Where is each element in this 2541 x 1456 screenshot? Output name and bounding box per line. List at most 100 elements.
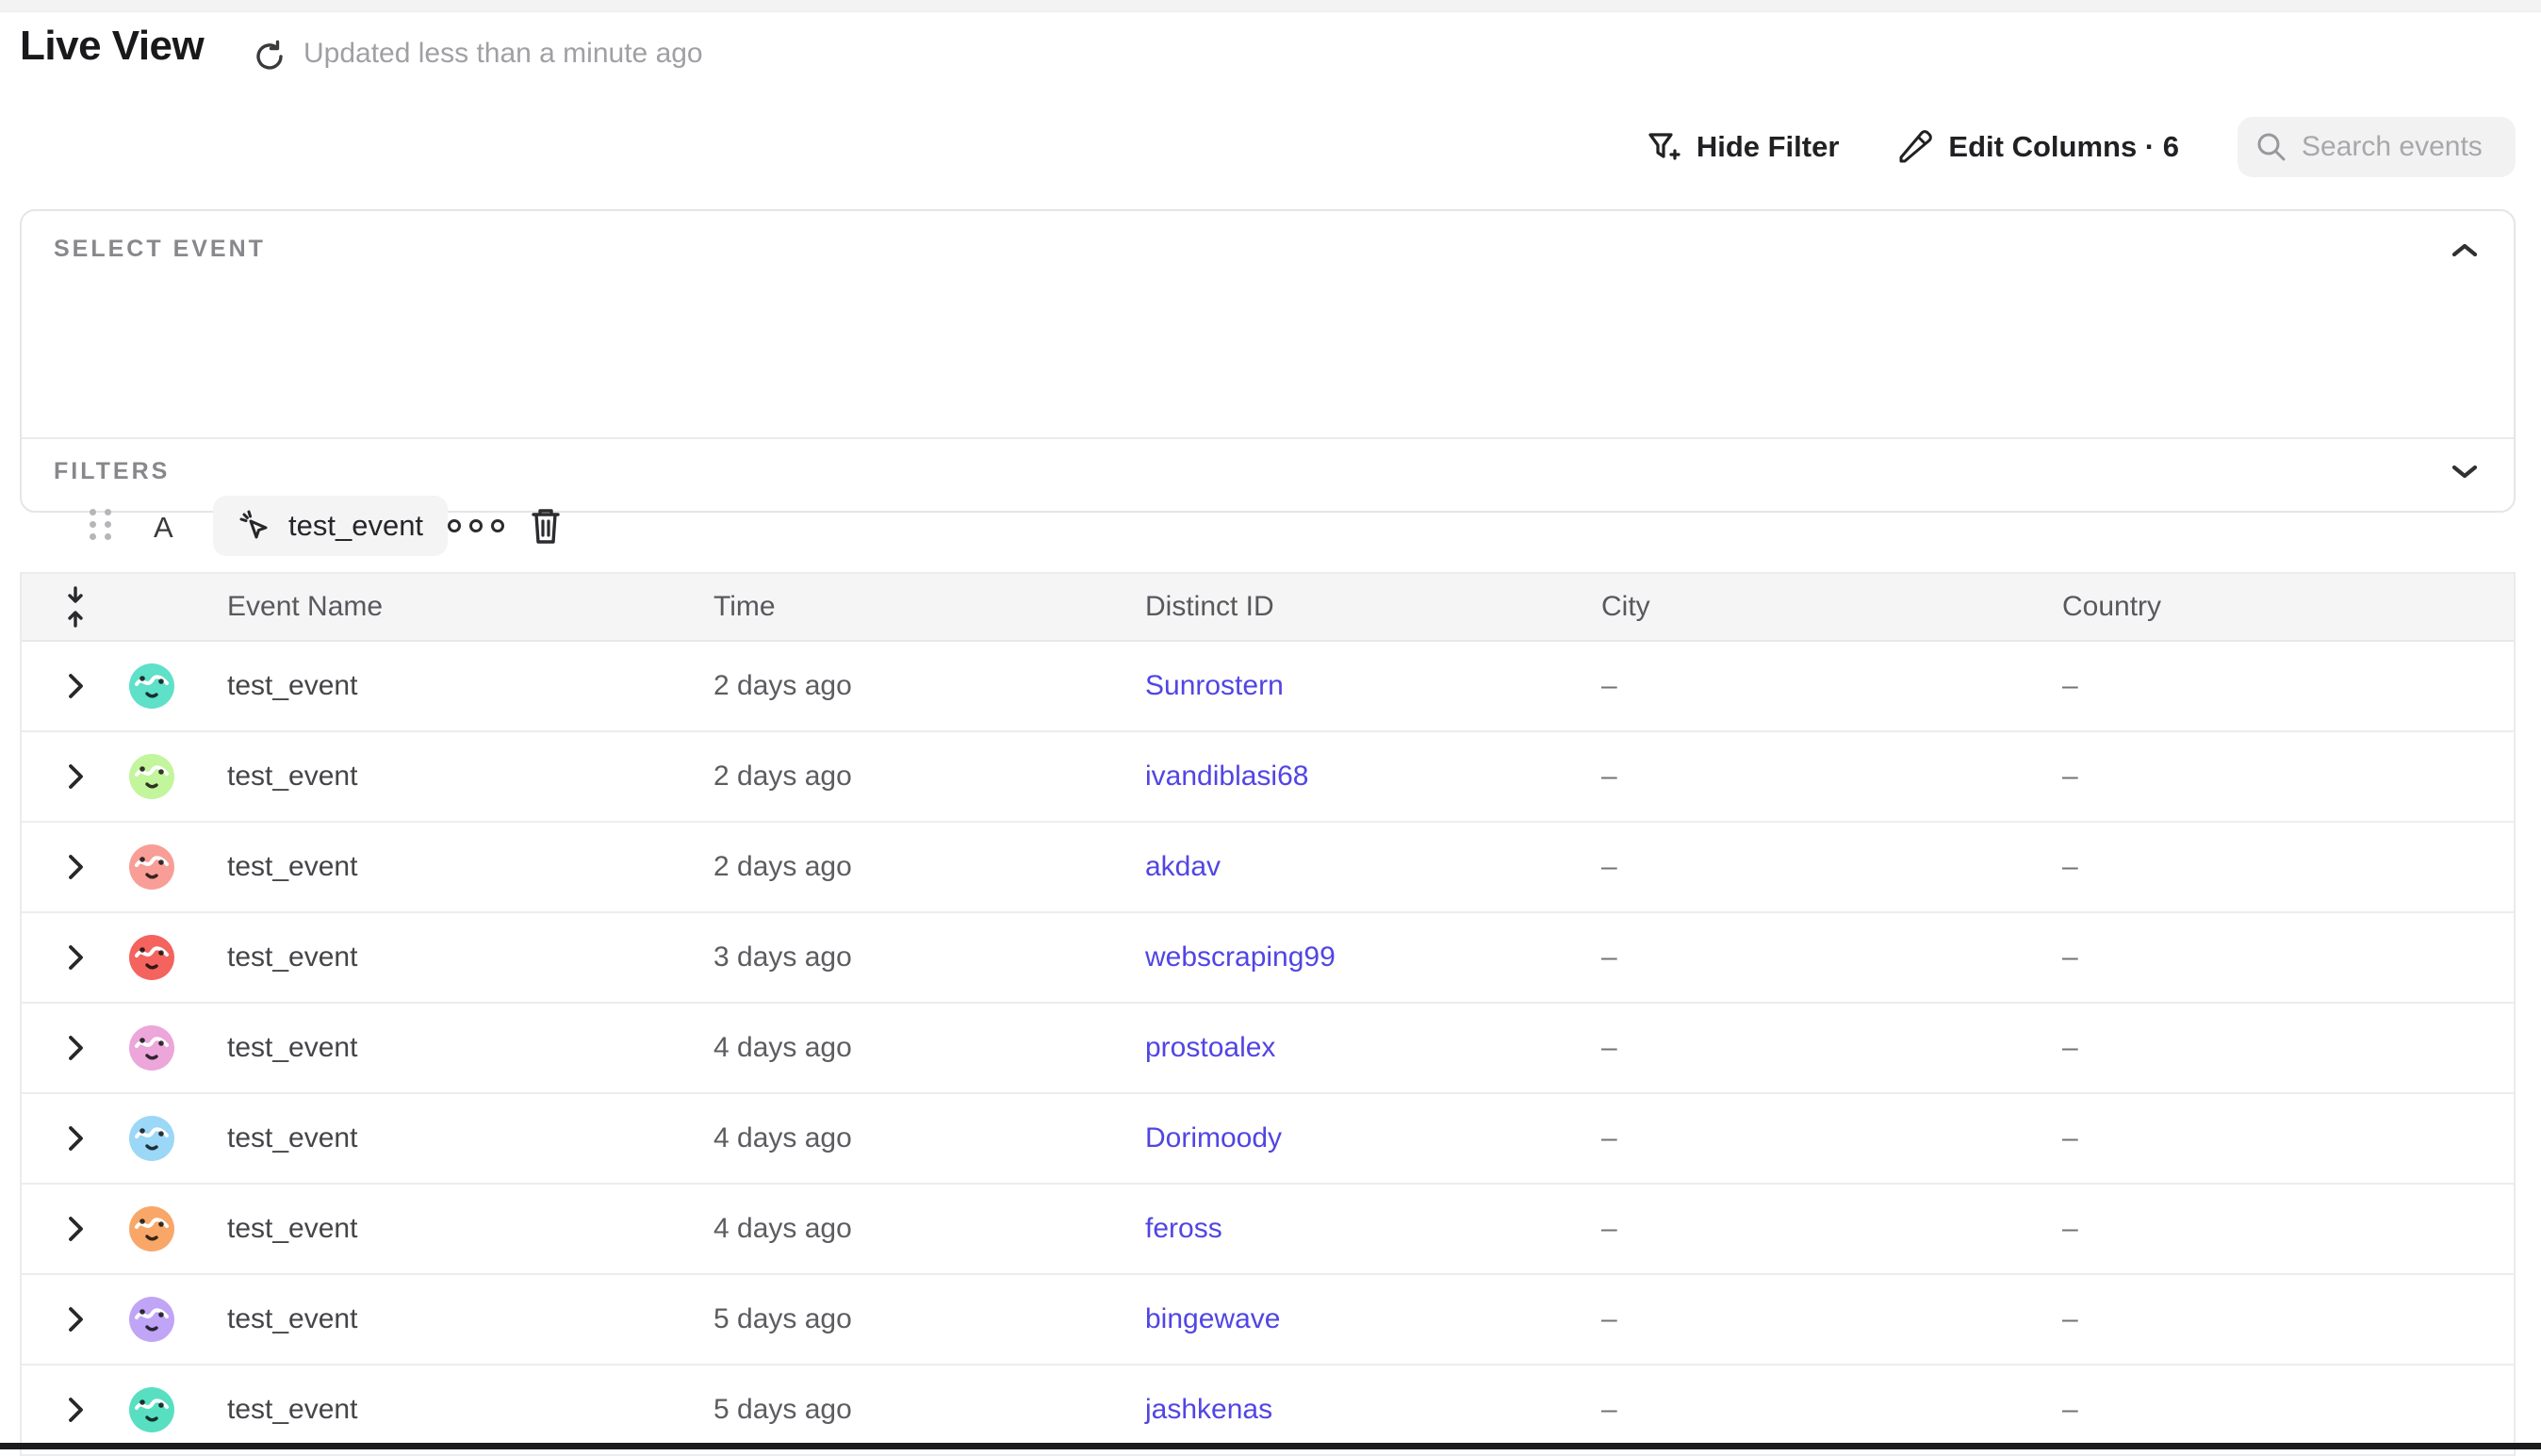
query-panel: SELECT EVENT A test_event xyxy=(20,209,2516,513)
chevron-right-icon xyxy=(66,1215,85,1243)
trash-icon xyxy=(528,505,564,547)
bottom-bar xyxy=(0,1443,2541,1449)
cell-distinct-id-link[interactable]: ivandiblasi68 xyxy=(1145,761,1601,793)
more-options-button[interactable] xyxy=(448,513,504,539)
pencil-icon xyxy=(1897,129,1933,165)
cell-distinct-id-link[interactable]: bingewave xyxy=(1145,1303,1601,1335)
chevron-right-icon xyxy=(66,1396,85,1424)
expand-filters-button[interactable] xyxy=(2444,452,2485,490)
hide-filter-label: Hide Filter xyxy=(1697,130,1840,164)
expand-row-button[interactable] xyxy=(22,1305,129,1333)
cell-distinct-id-link[interactable]: jashkenas xyxy=(1145,1394,1601,1426)
chevron-right-icon xyxy=(66,1124,85,1153)
select-event-section-label: SELECT EVENT xyxy=(54,236,266,263)
cell-time: 5 days ago xyxy=(713,1303,1145,1335)
cell-country: – xyxy=(2062,761,2514,793)
cell-time: 4 days ago xyxy=(713,1032,1145,1064)
avatar xyxy=(129,844,174,890)
cell-city: – xyxy=(1601,851,2062,883)
cell-country: – xyxy=(2062,670,2514,702)
search-icon xyxy=(2254,130,2288,164)
chevron-right-icon xyxy=(66,853,85,881)
cell-event-name: test_event xyxy=(227,1032,713,1064)
column-header-city[interactable]: City xyxy=(1601,591,2062,623)
table-body: test_event 2 days ago Sunrostern – – xyxy=(22,642,2514,1456)
filters-section-label: FILTERS xyxy=(54,458,170,485)
cell-country: – xyxy=(2062,851,2514,883)
chevron-right-icon xyxy=(66,762,85,791)
chevron-right-icon xyxy=(66,672,85,700)
table-row: test_event 3 days ago webscraping99 – – xyxy=(22,913,2514,1004)
avatar xyxy=(129,1297,174,1342)
refresh-button[interactable] xyxy=(249,36,290,77)
cell-country: – xyxy=(2062,1394,2514,1426)
expand-row-button[interactable] xyxy=(22,762,129,791)
cell-distinct-id-link[interactable]: feross xyxy=(1145,1213,1601,1245)
cell-time: 4 days ago xyxy=(713,1213,1145,1245)
column-header-event-name[interactable]: Event Name xyxy=(227,591,713,623)
cell-event-name: test_event xyxy=(227,670,713,702)
table-row: test_event 2 days ago Sunrostern – – xyxy=(22,642,2514,732)
column-header-country[interactable]: Country xyxy=(2062,591,2514,623)
cell-city: – xyxy=(1601,1394,2062,1426)
table-row: test_event 4 days ago feross – – xyxy=(22,1185,2514,1275)
edit-columns-button[interactable]: Edit Columns · 6 xyxy=(1897,129,2179,165)
expand-row-button[interactable] xyxy=(22,943,129,972)
avatar xyxy=(129,935,174,980)
avatar xyxy=(129,1116,174,1161)
cell-country: – xyxy=(2062,1303,2514,1335)
expand-row-button[interactable] xyxy=(22,1124,129,1153)
expand-row-button[interactable] xyxy=(22,672,129,700)
avatar xyxy=(129,1387,174,1432)
collapse-rows-icon xyxy=(63,584,88,630)
drag-handle[interactable] xyxy=(90,509,114,545)
cell-time: 2 days ago xyxy=(713,851,1145,883)
cell-event-name: test_event xyxy=(227,851,713,883)
edit-columns-label: Edit Columns · 6 xyxy=(1948,130,2179,164)
cell-time: 2 days ago xyxy=(713,670,1145,702)
cell-time: 5 days ago xyxy=(713,1394,1145,1426)
event-letter: A xyxy=(154,511,173,545)
event-selector-chip[interactable]: test_event xyxy=(213,496,448,556)
avatar xyxy=(129,754,174,799)
cell-country: – xyxy=(2062,1122,2514,1154)
expand-row-button[interactable] xyxy=(22,1034,129,1062)
table-header-row: Event Name Time Distinct ID City Country xyxy=(22,572,2514,642)
expand-row-button[interactable] xyxy=(22,1215,129,1243)
cell-distinct-id-link[interactable]: prostoalex xyxy=(1145,1032,1601,1064)
cell-distinct-id-link[interactable]: Sunrostern xyxy=(1145,670,1601,702)
expand-row-button[interactable] xyxy=(22,853,129,881)
search-input[interactable] xyxy=(2302,131,2490,163)
cell-distinct-id-link[interactable]: Dorimoody xyxy=(1145,1122,1601,1154)
hide-filter-button[interactable]: Hide Filter xyxy=(1644,128,1840,166)
cell-country: – xyxy=(2062,1213,2514,1245)
table-row: test_event 2 days ago ivandiblasi68 – – xyxy=(22,732,2514,823)
search-box[interactable] xyxy=(2238,117,2516,177)
cell-city: – xyxy=(1601,1122,2062,1154)
cell-distinct-id-link[interactable]: webscraping99 xyxy=(1145,941,1601,973)
avatar xyxy=(129,663,174,709)
avatar xyxy=(129,1206,174,1252)
column-header-time[interactable]: Time xyxy=(713,591,1145,623)
cell-time: 2 days ago xyxy=(713,761,1145,793)
updated-status: Updated less than a minute ago xyxy=(303,38,703,70)
cell-distinct-id-link[interactable]: akdav xyxy=(1145,851,1601,883)
filter-plus-icon xyxy=(1644,128,1681,166)
expand-row-button[interactable] xyxy=(22,1396,129,1424)
collapse-section-button[interactable] xyxy=(2444,232,2485,270)
refresh-icon xyxy=(252,39,287,74)
page-title: Live View xyxy=(20,23,204,70)
toolbar: Hide Filter Edit Columns · 6 xyxy=(1644,116,2516,178)
cell-city: – xyxy=(1601,941,2062,973)
chevron-right-icon xyxy=(66,1034,85,1062)
cell-country: – xyxy=(2062,1032,2514,1064)
delete-event-button[interactable] xyxy=(525,503,566,548)
chevron-right-icon xyxy=(66,1305,85,1333)
cell-event-name: test_event xyxy=(227,761,713,793)
dot-icon xyxy=(469,519,483,532)
table-row: test_event 4 days ago Dorimoody – – xyxy=(22,1094,2514,1185)
top-strip xyxy=(0,0,2541,12)
cell-city: – xyxy=(1601,670,2062,702)
collapse-all-button[interactable] xyxy=(22,584,129,630)
column-header-distinct-id[interactable]: Distinct ID xyxy=(1145,591,1601,623)
